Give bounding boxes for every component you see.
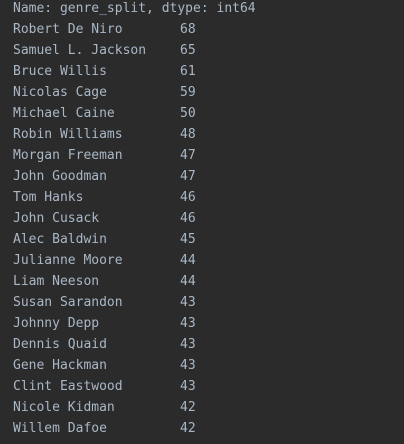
- row-index-label: Robin Williams: [13, 127, 123, 142]
- row-index-label: John Cusack: [13, 211, 100, 226]
- row-index-label: Michael Caine: [13, 106, 115, 121]
- row-value: 68: [180, 22, 196, 37]
- row-value: 59: [180, 85, 196, 100]
- series-row: Bruce Willis 61: [13, 61, 404, 82]
- row-value: 48: [180, 127, 196, 142]
- console-output: Name: genre_split, dtype: int64 Robert D…: [0, 0, 404, 442]
- row-value: 65: [180, 43, 196, 58]
- row-index-label: Dennis Quaid: [13, 337, 107, 352]
- series-row: Gene Hackman 43: [13, 355, 404, 376]
- row-index-label: Bruce Willis: [13, 64, 107, 79]
- row-value: 44: [180, 253, 196, 268]
- series-row: Clint Eastwood 43: [13, 376, 404, 397]
- row-value: 50: [180, 106, 196, 121]
- row-index-label: Tom Hanks: [13, 190, 84, 205]
- row-value: 46: [180, 190, 196, 205]
- row-index-label: Robert De Niro: [13, 22, 123, 37]
- row-index-label: John Goodman: [13, 169, 107, 184]
- series-row: Robert De Niro 68: [13, 19, 404, 40]
- row-value: 42: [180, 400, 196, 415]
- series-row: Liam Neeson 44: [13, 271, 404, 292]
- row-value: 44: [180, 274, 196, 289]
- series-row: Nicole Kidman 42: [13, 397, 404, 418]
- series-row: Dennis Quaid 43: [13, 334, 404, 355]
- row-index-label: Susan Sarandon: [13, 295, 123, 310]
- row-value: 47: [180, 169, 196, 184]
- series-row: John Goodman 47: [13, 166, 404, 187]
- series-row: Morgan Freeman 47: [13, 145, 404, 166]
- row-value: 43: [180, 316, 196, 331]
- row-index-label: Willem Dafoe: [13, 421, 107, 436]
- row-index-label: Clint Eastwood: [13, 379, 123, 394]
- series-row: Robin Williams 48: [13, 124, 404, 145]
- row-value: 43: [180, 358, 196, 373]
- series-row: Nicolas Cage 59: [13, 82, 404, 103]
- row-index-label: Morgan Freeman: [13, 148, 123, 163]
- row-index-label: Julianne Moore: [13, 253, 123, 268]
- row-index-label: Nicole Kidman: [13, 400, 115, 415]
- series-row: Susan Sarandon 43: [13, 292, 404, 313]
- row-index-label: Gene Hackman: [13, 358, 107, 373]
- series-row: Johnny Depp 43: [13, 313, 404, 334]
- row-value: 43: [180, 295, 196, 310]
- series-row: Tom Hanks 46: [13, 187, 404, 208]
- row-value: 42: [180, 421, 196, 436]
- series-row: Samuel L. Jackson 65: [13, 40, 404, 61]
- series-row: Willem Dafoe 42: [13, 418, 404, 439]
- series-row: Julianne Moore 44: [13, 250, 404, 271]
- row-value: 61: [180, 64, 196, 79]
- row-index-label: Liam Neeson: [13, 274, 100, 289]
- row-value: 45: [180, 232, 196, 247]
- series-row: Alec Baldwin 45: [13, 229, 404, 250]
- row-index-label: Alec Baldwin: [13, 232, 107, 247]
- row-value: 43: [180, 337, 196, 352]
- series-row: Michael Caine 50: [13, 103, 404, 124]
- row-value: 47: [180, 148, 196, 163]
- row-index-label: Samuel L. Jackson: [13, 43, 147, 58]
- row-index-label: Nicolas Cage: [13, 85, 107, 100]
- series-row: John Cusack 46: [13, 208, 404, 229]
- row-value: 46: [180, 211, 196, 226]
- row-value: 43: [180, 379, 196, 394]
- series-list: Robert De Niro 68 Samuel L. Jackson 65 Bruce…: [13, 19, 404, 439]
- series-header: Name: genre_split, dtype: int64: [13, 1, 256, 16]
- row-index-label: Johnny Depp: [13, 316, 100, 331]
